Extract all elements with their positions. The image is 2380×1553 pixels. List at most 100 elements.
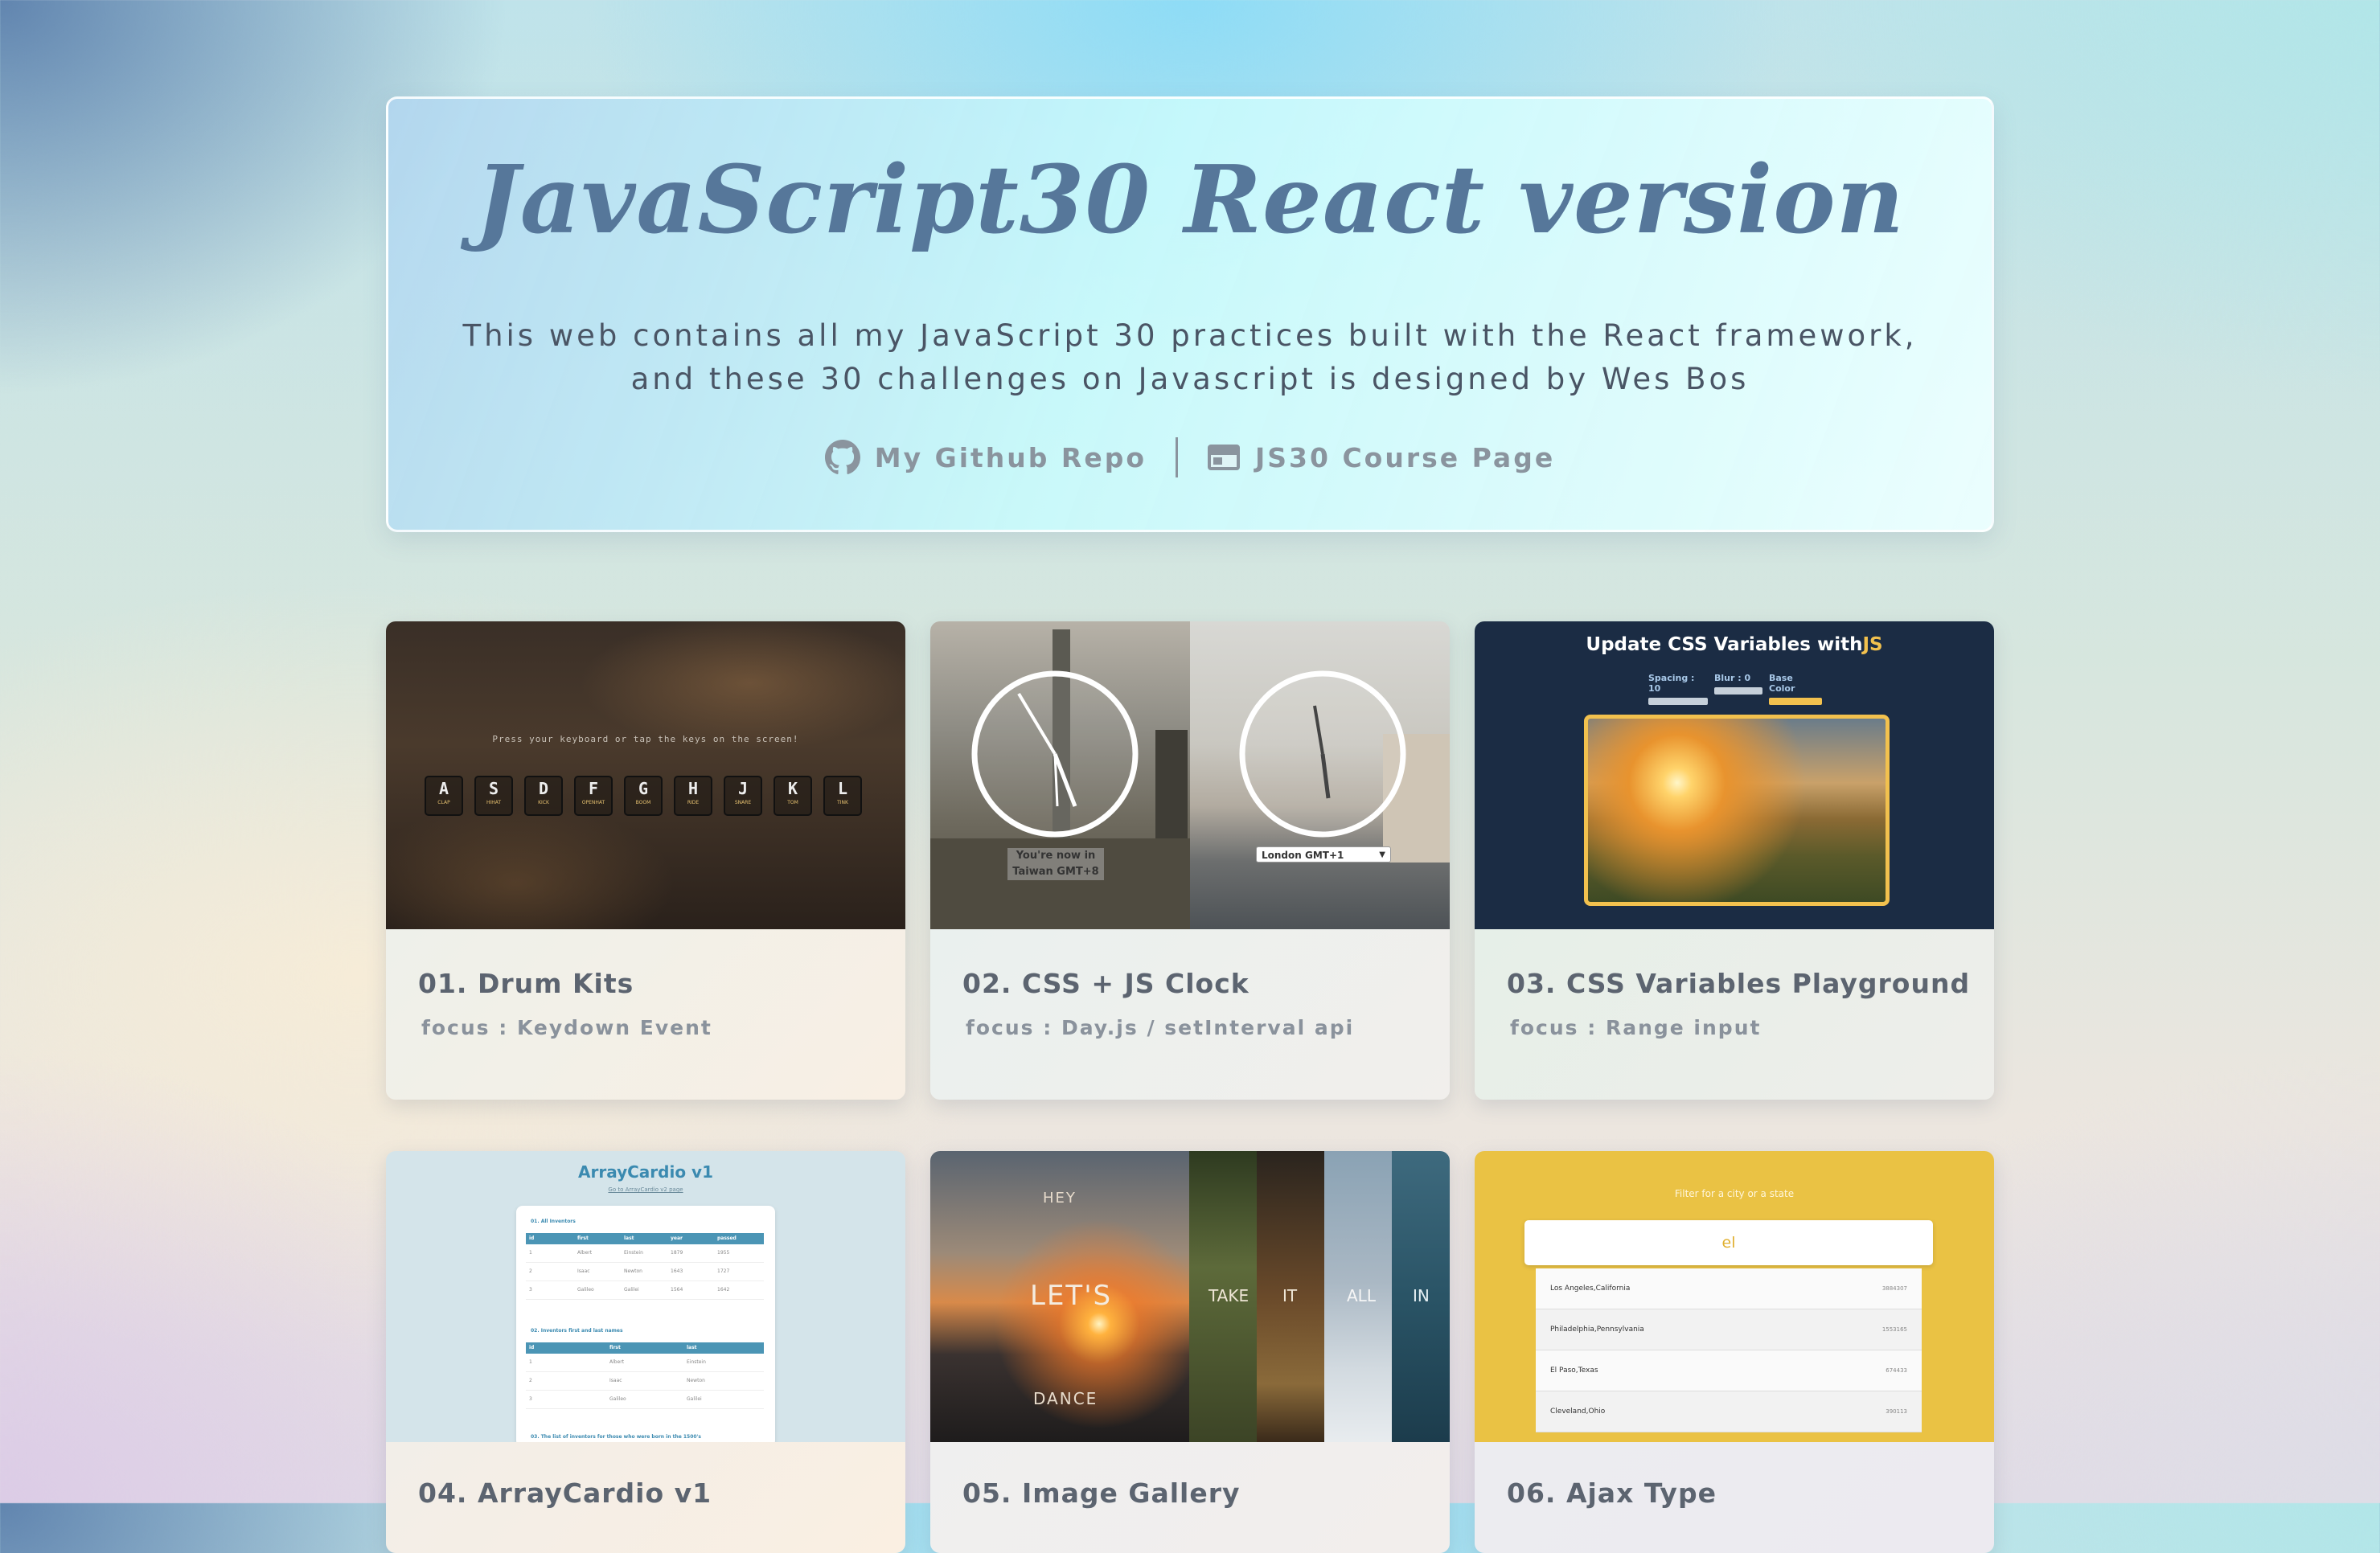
gallery-panel[interactable]: ALL	[1324, 1151, 1392, 1442]
card-title: 01. Drum Kits	[418, 968, 634, 999]
drum-key-sound: CLAP	[437, 800, 450, 805]
blur-slider[interactable]	[1714, 687, 1762, 695]
ajax-heading: Filter for a city or a state	[1674, 1188, 1795, 1199]
gallery-panel[interactable]: IT	[1257, 1151, 1324, 1442]
color-label: Base Color	[1769, 673, 1795, 694]
table-cell: 1564	[671, 1287, 683, 1293]
page-description: This web contains all my JavaScript 30 p…	[462, 318, 1918, 396]
gallery-word: TAKE	[1208, 1286, 1250, 1305]
hero-links: My Github Repo JS30 Course Page	[388, 435, 1992, 480]
gallery-word: HEY	[1043, 1190, 1077, 1207]
card-body: 05. Image Gallery	[930, 1442, 1450, 1553]
table-cell: Galilei	[687, 1396, 702, 1402]
spacing-control[interactable]: Spacing : 10	[1648, 673, 1708, 705]
project-card-clock[interactable]: You're now in Taiwan GMT+8 London GMT+1 …	[930, 621, 1450, 1100]
card-body: 03. CSS Variables Playground focus : Ran…	[1475, 929, 1994, 1100]
table-cell: Isaac	[577, 1268, 590, 1274]
drum-key[interactable]: L TINK	[823, 776, 862, 816]
spacing-label: Spacing : 10	[1648, 673, 1695, 694]
chevron-down-icon: ▼	[1379, 850, 1385, 859]
card-thumbnail: ArrayCardio v1 Go to ArrayCardio v2 page…	[386, 1151, 905, 1442]
project-card-css-variables[interactable]: Update CSS Variables withJS Spacing : 10…	[1475, 621, 1994, 1100]
table-cell: 2	[529, 1378, 532, 1383]
column-header: first	[577, 1235, 589, 1241]
names-table: id first last 1 Albert Einstein 2 Isaac …	[526, 1342, 764, 1409]
drum-key-letter: K	[787, 779, 798, 798]
taipei-caption-line-2: Taiwan GMT+8	[1012, 866, 1099, 878]
list-item[interactable]: Los Angeles,California 3884307	[1536, 1268, 1922, 1309]
table-cell: 3	[529, 1396, 532, 1402]
table-cell: Newton	[687, 1378, 705, 1383]
spacing-slider[interactable]	[1648, 698, 1708, 705]
card-thumbnail: You're now in Taiwan GMT+8 London GMT+1 …	[930, 621, 1450, 929]
timezone-select[interactable]: London GMT+1 ▼	[1256, 846, 1391, 863]
hero-panel: JavaScript30 React version This web cont…	[386, 96, 1994, 532]
list-item[interactable]: El Paso,Texas 674433	[1536, 1350, 1922, 1391]
card-focus: focus : Keydown Event	[421, 1016, 712, 1039]
list-item[interactable]: Philadelphia,Pennsylvania 1553165	[1536, 1309, 1922, 1350]
course-page-link[interactable]: JS30 Course Page	[1207, 442, 1555, 473]
result-population: 1553165	[1881, 1326, 1907, 1333]
result-place: Cleveland,Ohio	[1550, 1408, 1606, 1416]
result-place: Los Angeles,California	[1550, 1285, 1631, 1293]
browser-window-icon	[1207, 443, 1241, 472]
list-item[interactable]: Cleveland,Ohio 390113	[1536, 1391, 1922, 1432]
result-population: 390113	[1886, 1408, 1907, 1415]
page-title: JavaScript30 React version	[474, 145, 1906, 255]
drum-key[interactable]: S HIHAT	[474, 776, 513, 816]
css-vars-controls: Spacing : 10 Blur : 0 Base Color	[1648, 673, 1822, 705]
card-body: 01. Drum Kits focus : Keydown Event	[386, 929, 905, 1100]
table-cell: Newton	[624, 1268, 642, 1274]
drum-key[interactable]: K TOM	[774, 776, 812, 816]
table-row: 1 Albert Einstein 1879 1955	[526, 1244, 764, 1263]
card-title: 03. CSS Variables Playground	[1507, 968, 1971, 999]
card-thumbnail: Update CSS Variables withJS Spacing : 10…	[1475, 621, 1994, 929]
course-page-label: JS30 Course Page	[1255, 441, 1556, 473]
project-card-drum-kits[interactable]: Press your keyboard or tap the keys on t…	[386, 621, 905, 1100]
taipei-clock-icon	[971, 670, 1139, 838]
color-swatch[interactable]	[1769, 698, 1822, 705]
section-title: 02. Inventors first and last names	[531, 1328, 623, 1334]
gallery-panel[interactable]: IN	[1392, 1151, 1450, 1442]
table-cell: Galileo	[609, 1396, 626, 1402]
result-population: 3884307	[1881, 1285, 1907, 1292]
card-body: 02. CSS + JS Clock focus : Day.js / setI…	[930, 929, 1450, 1100]
drum-key-letter: H	[687, 779, 699, 798]
card-focus: focus : Day.js / setInterval api	[966, 1016, 1355, 1039]
drum-key-sound: HIHAT	[486, 800, 502, 805]
taipei-panel: You're now in Taiwan GMT+8	[930, 621, 1190, 929]
drum-key[interactable]: F OPENHAT	[574, 776, 613, 816]
github-icon	[824, 440, 860, 475]
color-control[interactable]: Base Color	[1769, 673, 1822, 705]
table-cell: 1	[529, 1359, 532, 1365]
blur-label: Blur : 0	[1714, 673, 1751, 683]
array-cardio-v2-link[interactable]: Go to ArrayCardio v2 page	[386, 1186, 905, 1193]
gallery-panel-main: HEY LET'S DANCE	[930, 1151, 1189, 1442]
taipei-caption: You're now in Taiwan GMT+8	[1007, 848, 1104, 880]
table-cell: Albert	[577, 1250, 593, 1256]
drum-key[interactable]: A CLAP	[425, 776, 463, 816]
drum-key-sound: RIDE	[687, 800, 700, 805]
table-cell: Einstein	[624, 1250, 643, 1256]
gallery-panel[interactable]: TAKE	[1189, 1151, 1257, 1442]
links-divider	[1176, 437, 1178, 477]
css-vars-heading-accent: JS	[1862, 634, 1883, 655]
blur-control[interactable]: Blur : 0	[1714, 673, 1762, 705]
drum-key[interactable]: H RIDE	[674, 776, 712, 816]
table-row: 3 Galileo Galilei 1564 1642	[526, 1281, 764, 1300]
card-body: 06. Ajax Type	[1475, 1442, 1994, 1553]
drum-key[interactable]: D KICK	[524, 776, 563, 816]
project-card-ajax-type[interactable]: Filter for a city or a state el Los Ange…	[1475, 1151, 1994, 1553]
drum-key[interactable]: J SNARE	[724, 776, 762, 816]
search-input-value: el	[1721, 1234, 1736, 1252]
github-repo-link[interactable]: My Github Repo	[824, 440, 1147, 475]
drum-key[interactable]: G BOOM	[624, 776, 663, 816]
array-cardio-panel: 01. All Inventors id first last year pas…	[516, 1206, 775, 1442]
timezone-select-value: London GMT+1	[1262, 850, 1344, 861]
card-thumbnail: Press your keyboard or tap the keys on t…	[386, 621, 905, 929]
project-card-image-gallery[interactable]: HEY LET'S DANCE TAKE IT ALL IN 05. Image…	[930, 1151, 1450, 1553]
inventors-table: id first last year passed 1 Albert Einst…	[526, 1233, 764, 1300]
result-place: El Paso,Texas	[1550, 1367, 1598, 1375]
search-input[interactable]: el	[1524, 1220, 1933, 1265]
project-card-array-cardio[interactable]: ArrayCardio v1 Go to ArrayCardio v2 page…	[386, 1151, 905, 1553]
